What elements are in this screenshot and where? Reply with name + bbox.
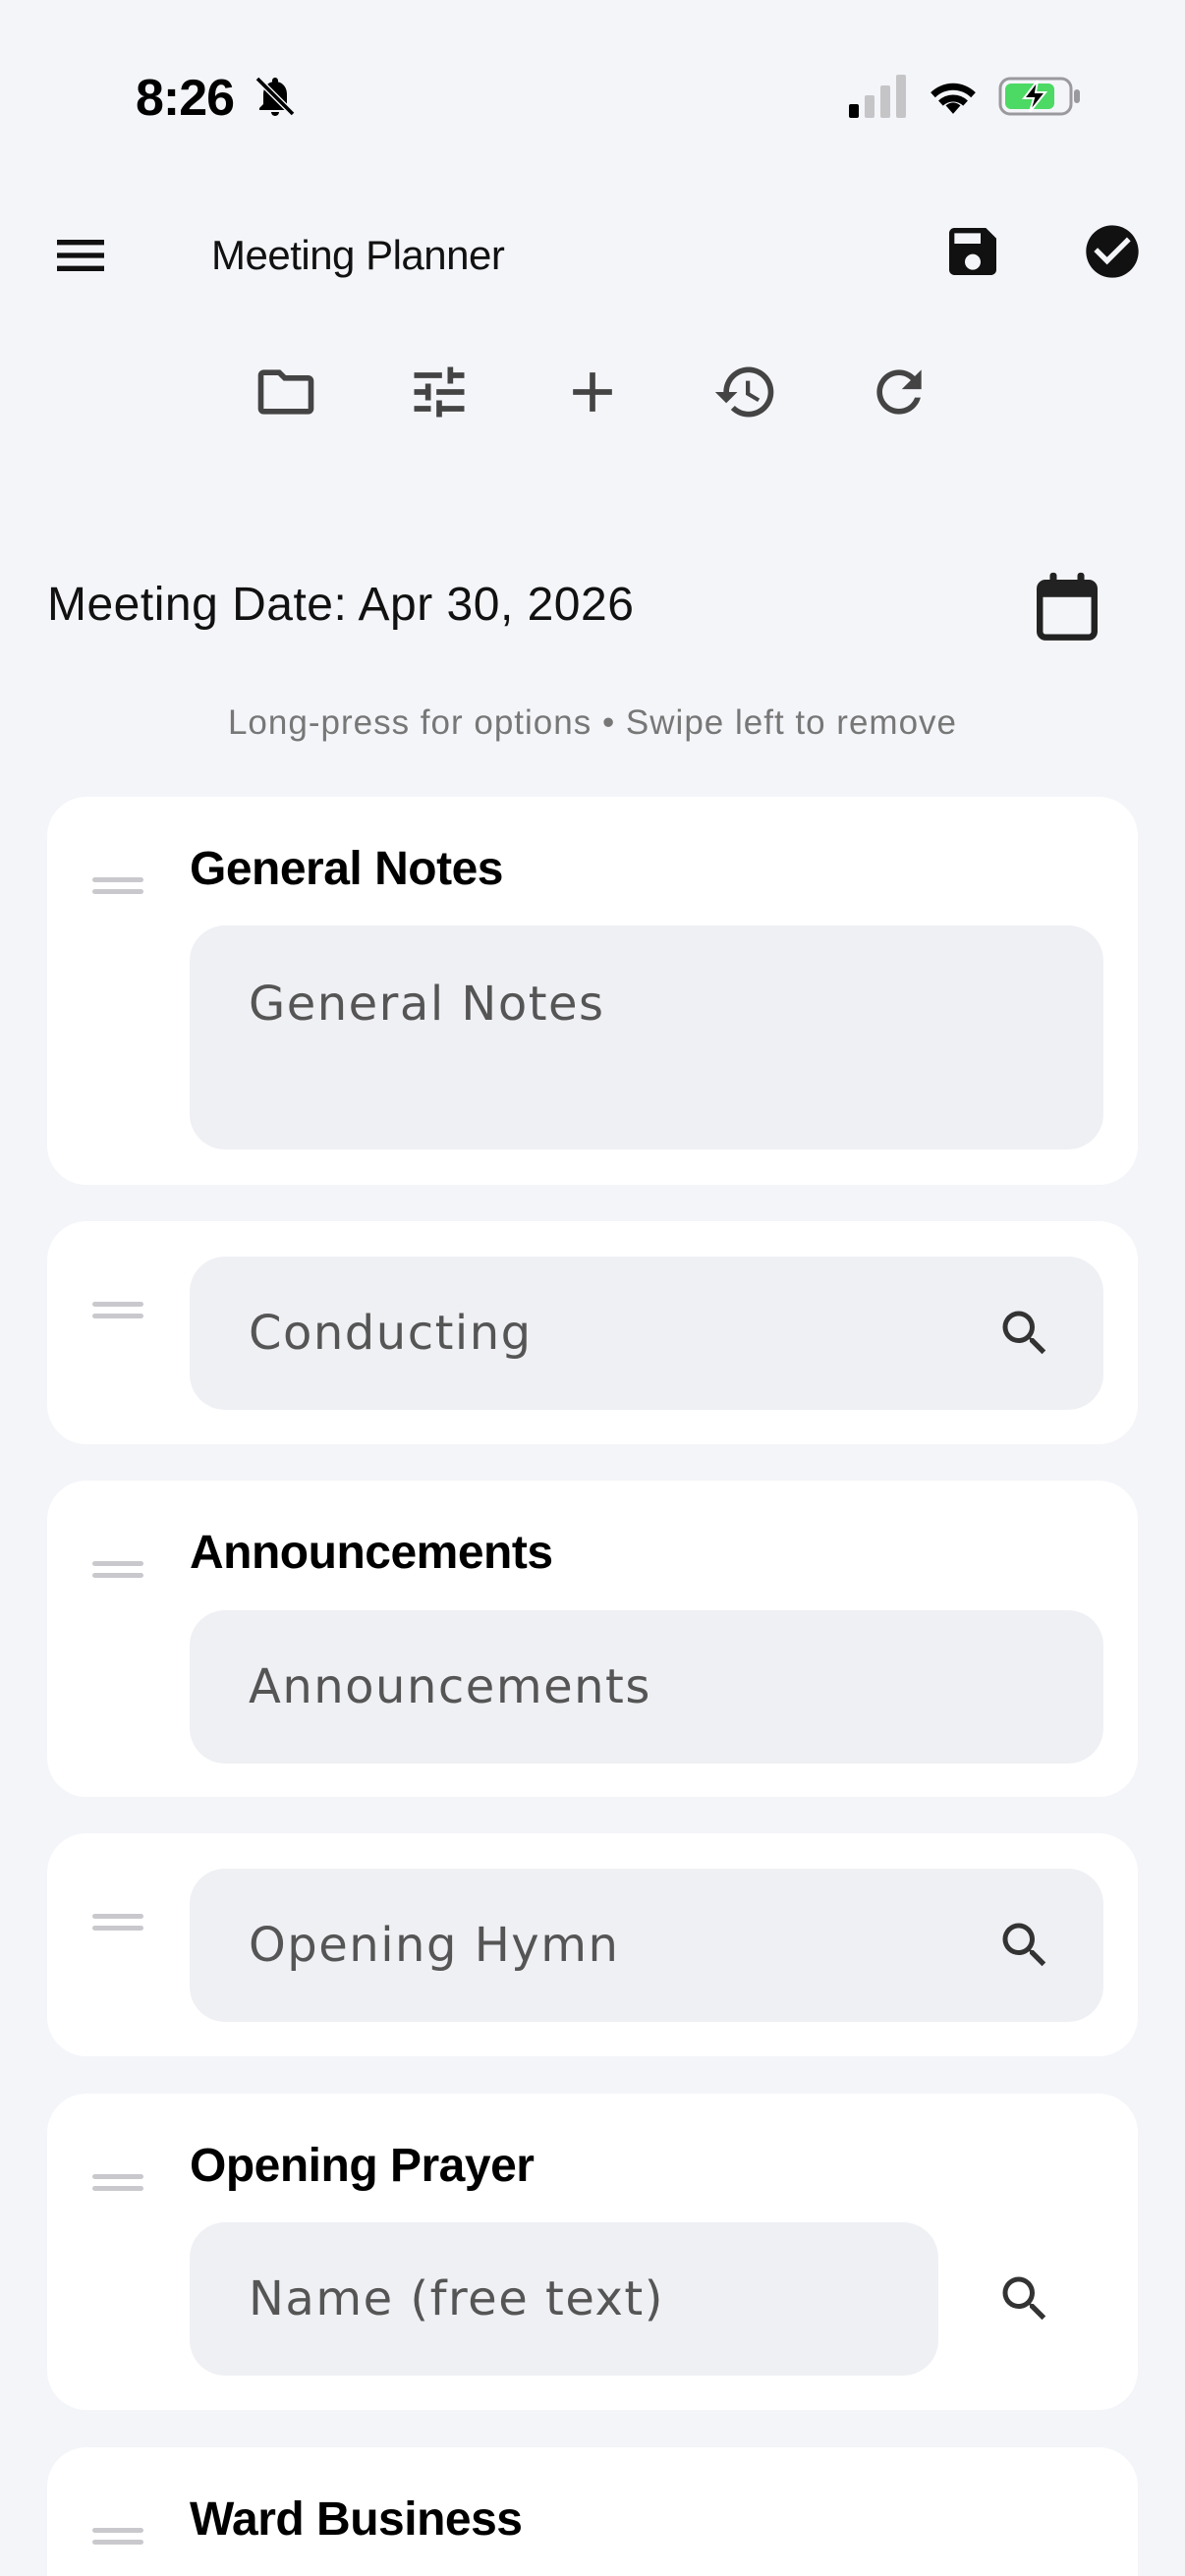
wifi-icon — [931, 83, 976, 114]
agenda-card-general-notes[interactable]: General Notes General Notes — [47, 797, 1138, 1185]
drag-handle[interactable] — [92, 2524, 143, 2548]
drag-handle[interactable] — [92, 2170, 143, 2194]
field-placeholder: Announcements — [249, 1659, 651, 1714]
status-time: 8:26 — [136, 70, 235, 127]
refresh-icon[interactable] — [866, 359, 932, 425]
opening-hymn-field[interactable]: Opening Hymn — [190, 1869, 1103, 2022]
app-bar: Meeting Planner — [0, 196, 1185, 314]
tune-icon[interactable] — [406, 359, 473, 425]
meeting-date-label: Meeting Date: Apr 30, 2026 — [47, 579, 635, 631]
save-icon[interactable] — [941, 220, 1004, 283]
drag-handle[interactable] — [92, 1557, 143, 1581]
search-icon[interactable] — [995, 1916, 1054, 1975]
meeting-planner-screen: 8:26 Meeting Planner Meeting Date: Apr 3… — [0, 0, 1185, 2576]
search-icon[interactable] — [995, 2269, 1054, 2328]
search-icon[interactable] — [995, 1304, 1054, 1363]
drag-handle[interactable] — [92, 1298, 143, 1321]
field-placeholder: Conducting — [249, 1306, 533, 1361]
card-title: Announcements — [190, 1527, 553, 1579]
usage-hint: Long-press for options • Swipe left to r… — [227, 703, 958, 742]
card-title: General Notes — [190, 843, 503, 895]
app-title: Meeting Planner — [211, 232, 505, 278]
toolbar — [0, 359, 1185, 437]
drag-handle[interactable] — [92, 873, 143, 897]
agenda-card-conducting[interactable]: Conducting — [47, 1221, 1138, 1444]
status-bar: 8:26 — [0, 0, 1185, 177]
bell-off-icon — [254, 76, 296, 117]
field-placeholder: Name (free text) — [249, 2271, 664, 2326]
drag-handle[interactable] — [92, 1910, 143, 1933]
field-placeholder: Opening Hymn — [249, 1918, 620, 1973]
card-title: Opening Prayer — [190, 2140, 535, 2192]
agenda-card-opening-hymn[interactable]: Opening Hymn — [47, 1833, 1138, 2056]
announcements-field[interactable]: Announcements — [190, 1610, 1103, 1764]
general-notes-field[interactable]: General Notes — [190, 925, 1103, 1149]
agenda-card-ward-business[interactable]: Ward Business — [47, 2447, 1138, 2576]
agenda-card-announcements[interactable]: Announcements Announcements — [47, 1481, 1138, 1797]
history-icon[interactable] — [712, 359, 779, 425]
opening-prayer-name-field[interactable]: Name (free text) — [190, 2222, 938, 2376]
conducting-field[interactable]: Conducting — [190, 1257, 1103, 1410]
field-placeholder: General Notes — [249, 977, 605, 1032]
agenda-card-opening-prayer[interactable]: Opening Prayer Name (free text) — [47, 2094, 1138, 2410]
card-title: Ward Business — [190, 2493, 523, 2546]
folder-icon[interactable] — [253, 359, 319, 425]
battery-charging-icon — [998, 77, 1080, 116]
check-circle-icon[interactable] — [1081, 220, 1144, 283]
signal-icon — [849, 75, 906, 118]
plus-icon[interactable] — [559, 359, 626, 425]
menu-icon[interactable] — [49, 224, 112, 287]
calendar-icon[interactable] — [1032, 570, 1102, 644]
